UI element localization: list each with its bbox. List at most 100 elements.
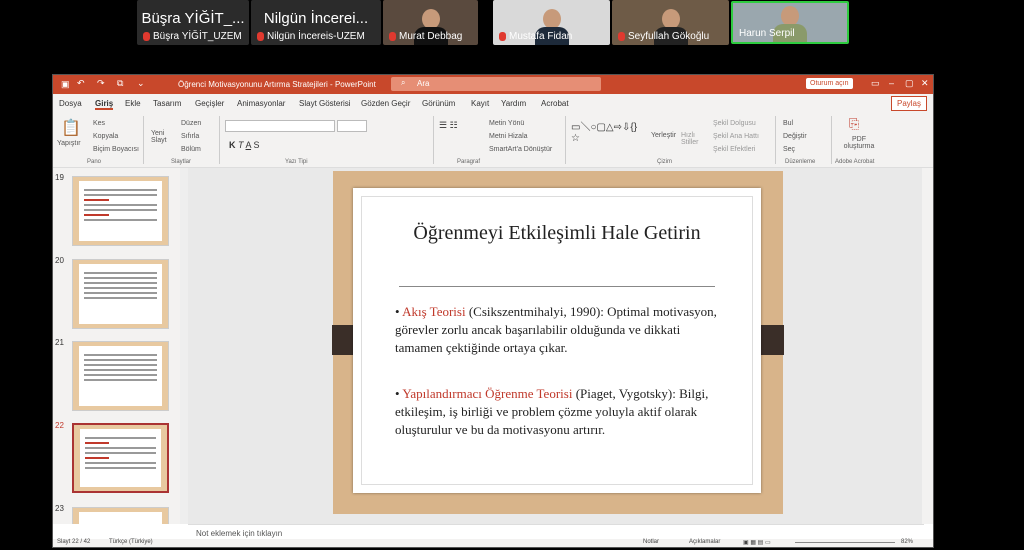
tab-gecisler[interactable]: Geçişler xyxy=(195,99,224,108)
slide-content-card: Öğrenmeyi Etkileşimli Hale Getirin • Akı… xyxy=(353,188,761,493)
paste-icon[interactable]: 📋 xyxy=(61,118,81,138)
customize-icon[interactable]: ⌄ xyxy=(137,78,145,89)
participant-label: Nilgün İncereis-UZEM xyxy=(257,31,365,42)
slide-number: 22 xyxy=(55,421,64,430)
shape-outline-button[interactable]: Şekil Ana Hattı xyxy=(713,133,759,140)
bold-icon[interactable]: K T A S xyxy=(229,140,260,150)
tab-tasarim[interactable]: Tasarım xyxy=(153,99,181,108)
current-slide[interactable]: Öğrenmeyi Etkileşimli Hale Getirin • Akı… xyxy=(332,171,784,514)
font-name-select[interactable] xyxy=(225,120,335,132)
view-normal-icon[interactable]: ▣ ▦ ▤ ▭ xyxy=(743,539,771,546)
zoom-level[interactable]: 82% xyxy=(901,539,913,545)
ribbon-options-icon[interactable]: ▭ xyxy=(871,78,880,89)
bullets-icon[interactable]: ☰ ☷ xyxy=(439,120,458,131)
tab-gorunum[interactable]: Görünüm xyxy=(422,99,455,108)
slide-title[interactable]: Öğrenmeyi Etkileşimli Hale Getirin xyxy=(353,220,761,247)
new-slide-button[interactable]: Yeni Slayt xyxy=(151,130,171,144)
slide-thumbnail-21[interactable] xyxy=(72,341,169,411)
participant-tile-mustafa[interactable]: Mustafa Fidan xyxy=(493,0,610,45)
participant-name-large: Büşra YİĞİT_... xyxy=(141,10,245,27)
participant-tile-seyfullah[interactable]: Seyfullah Gökoğlu xyxy=(612,0,729,45)
smartart-button[interactable]: SmartArt'a Dönüştür xyxy=(489,146,552,153)
arrange-button[interactable]: Yerleştir xyxy=(651,132,676,139)
slide-number: 19 xyxy=(55,173,64,182)
group-pano: Pano xyxy=(87,159,102,165)
muted-mic-icon xyxy=(257,32,264,41)
slide-thumbnail-22[interactable] xyxy=(72,423,169,493)
group-slaytlar: Slaytlar xyxy=(171,159,192,165)
notes-button[interactable]: Notlar xyxy=(643,539,659,545)
slide-canvas: Öğrenmeyi Etkileşimli Hale Getirin • Akı… xyxy=(188,168,924,524)
slide-counter: Slayt 22 / 42 xyxy=(57,539,91,545)
reset-button[interactable]: Sıfırla xyxy=(181,133,199,140)
group-duzenleme: Düzenleme xyxy=(785,159,816,165)
close-icon[interactable]: ✕ xyxy=(921,78,929,89)
shape-fill-button[interactable]: Şekil Dolgusu xyxy=(713,120,756,127)
slide-thumbnail-20[interactable] xyxy=(72,259,169,329)
copy-button[interactable]: Kopyala xyxy=(93,133,118,140)
tab-slayt-gosterisi[interactable]: Slayt Gösterisi xyxy=(299,99,351,108)
font-size-select[interactable] xyxy=(337,120,367,132)
muted-mic-icon xyxy=(143,32,150,41)
participant-name-large: Nilgün İncerei... xyxy=(263,10,369,27)
create-pdf-button[interactable]: PDF oluşturma xyxy=(841,136,877,150)
tab-dosya[interactable]: Dosya xyxy=(59,99,82,108)
pdf-icon[interactable]: ⎘ xyxy=(849,116,859,132)
align-text-button[interactable]: Metni Hizala xyxy=(489,133,528,140)
ribbon-tabs: Dosya Giriş Ekle Tasarım Geçişler Animas… xyxy=(53,94,933,112)
group-yazi-tipi: Yazı Tipi xyxy=(285,159,308,165)
participant-tile-nilgun[interactable]: Nilgün İncerei... Nilgün İncereis-UZEM xyxy=(251,0,381,45)
window-title: Öğrenci Motivasyonunu Artırma Stratejile… xyxy=(178,80,376,89)
status-bar: Slayt 22 / 42 Türkçe (Türkiye) Notlar Aç… xyxy=(53,539,933,547)
tab-acrobat[interactable]: Acrobat xyxy=(541,99,569,108)
cut-button[interactable]: Kes xyxy=(93,120,105,127)
text-direction-button[interactable]: Metin Yönü xyxy=(489,120,524,127)
ribbon: 📋 Yapıştır Kes Kopyala Biçim Boyacısı Pa… xyxy=(53,112,933,168)
format-painter-button[interactable]: Biçim Boyacısı xyxy=(93,146,139,153)
maximize-icon[interactable]: ▢ xyxy=(905,78,914,89)
muted-mic-icon xyxy=(389,32,396,41)
present-icon[interactable]: ⧉ xyxy=(117,78,123,89)
bullet-akis-teorisi[interactable]: • Akış Teorisi (Csikszentmihalyi, 1990):… xyxy=(395,303,720,357)
tab-yardim[interactable]: Yardım xyxy=(501,99,526,108)
slide-thumbnail-23[interactable] xyxy=(72,507,169,524)
participant-label: Seyfullah Gökoğlu xyxy=(618,31,709,42)
section-button[interactable]: Bölüm xyxy=(181,146,201,153)
redo-icon[interactable]: ↷ xyxy=(97,78,105,89)
paste-button[interactable]: Yapıştır xyxy=(57,140,81,147)
slide-number: 20 xyxy=(55,256,64,265)
replace-button[interactable]: Değiştir xyxy=(783,133,807,140)
participant-tile-murat[interactable]: Murat Debbag xyxy=(383,0,478,45)
find-button[interactable]: Bul xyxy=(783,120,793,127)
thumbnail-scrollbar[interactable] xyxy=(180,168,188,524)
tab-gozden-gecir[interactable]: Gözden Geçir xyxy=(361,99,410,108)
select-button[interactable]: Seç xyxy=(783,146,795,153)
shape-effects-button[interactable]: Şekil Efektleri xyxy=(713,146,755,153)
slide-number: 21 xyxy=(55,338,64,347)
quick-styles-button[interactable]: Hızlı Stiller xyxy=(681,132,701,146)
canvas-scrollbar[interactable] xyxy=(922,168,933,524)
tab-giris[interactable]: Giriş xyxy=(95,99,114,110)
participant-tile-busra[interactable]: Büşra YİĞİT_... Büşra YİĞİT_UZEM xyxy=(137,0,249,45)
layout-button[interactable]: Düzen xyxy=(181,120,201,127)
tab-ekle[interactable]: Ekle xyxy=(125,99,141,108)
language[interactable]: Türkçe (Türkiye) xyxy=(109,539,153,545)
participant-tile-harun[interactable]: Harun Serpil xyxy=(731,1,849,44)
shapes-gallery[interactable]: ▭＼○▢△⇨⇩{}☆ xyxy=(571,118,641,144)
search-box[interactable]: ⌕ Ara xyxy=(391,77,601,91)
signin-button[interactable]: Oturum açın xyxy=(806,78,853,89)
share-button[interactable]: Paylaş xyxy=(890,96,927,111)
tab-kayit[interactable]: Kayıt xyxy=(471,99,489,108)
powerpoint-window: ▣ ↶ ↷ ⧉ ⌄ Öğrenci Motivasyonunu Artırma … xyxy=(52,74,934,548)
tab-animasyonlar[interactable]: Animasyonlar xyxy=(237,99,285,108)
group-adobe-acrobat: Adobe Acrobat xyxy=(835,159,875,165)
bullet-yapilandirmaci[interactable]: • Yapılandırmacı Öğrenme Teorisi (Piaget… xyxy=(395,385,720,439)
group-paragraf: Paragraf xyxy=(457,159,481,165)
participant-label: Büşra YİĞİT_UZEM xyxy=(143,31,242,42)
save-icon[interactable]: ▣ xyxy=(61,79,70,90)
slide-thumbnail-panel: 19 20 21 22 23 xyxy=(53,168,180,524)
undo-icon[interactable]: ↶ xyxy=(77,78,85,89)
minimize-icon[interactable]: – xyxy=(889,78,894,88)
slide-thumbnail-19[interactable] xyxy=(72,176,169,246)
comments-button[interactable]: Açıklamalar xyxy=(689,539,720,545)
